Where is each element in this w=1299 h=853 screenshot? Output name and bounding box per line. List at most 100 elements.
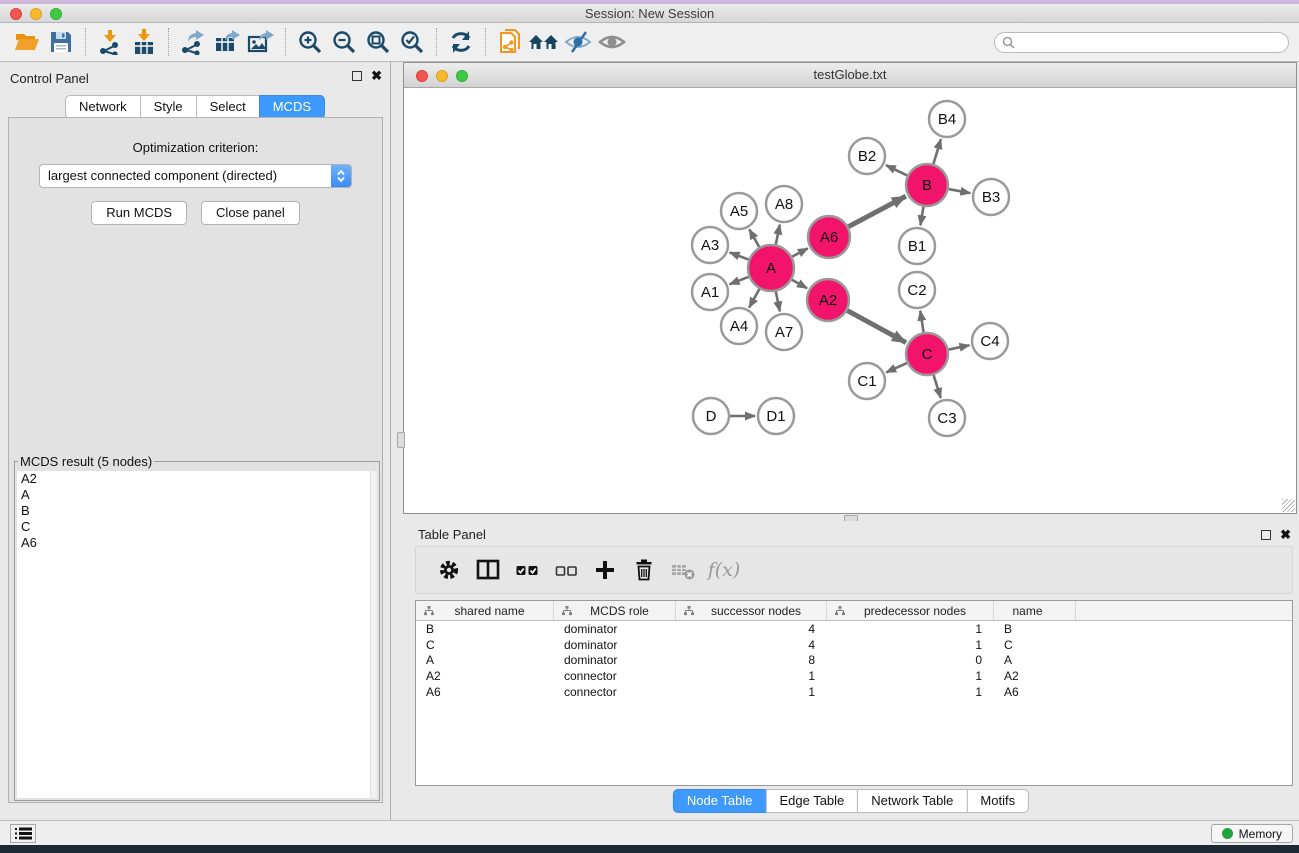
network-canvas[interactable]: B4B2BB3B1A5A8A6A3AA1A4A7A2C2CC4C1C3DD1 <box>404 88 1296 513</box>
tab-network-table[interactable]: Network Table <box>857 789 967 813</box>
minimize-window-button[interactable] <box>30 8 42 20</box>
edge-A6-B[interactable] <box>848 196 905 226</box>
function-builder-icon[interactable]: f(x) <box>707 553 737 587</box>
import-network-icon[interactable] <box>93 26 127 58</box>
new-network-from-file-icon[interactable] <box>493 26 527 58</box>
tab-node-table[interactable]: Node Table <box>673 789 767 813</box>
close-panel-button[interactable]: Close panel <box>201 201 300 225</box>
edge-A-A8[interactable] <box>776 225 780 245</box>
open-session-icon[interactable] <box>10 26 44 58</box>
close-panel-icon[interactable]: ✖ <box>371 71 382 81</box>
zoom-network-button[interactable] <box>456 70 468 82</box>
mcds-result-item[interactable]: A6 <box>17 535 377 551</box>
split-handle-vertical[interactable] <box>397 432 405 448</box>
close-table-panel-icon[interactable]: ✖ <box>1280 530 1291 540</box>
mcds-result-list[interactable]: A2ABCA6 <box>17 471 377 798</box>
create-column-icon[interactable] <box>590 553 620 587</box>
table-row[interactable]: Cdominator41C <box>416 637 1292 653</box>
tab-network[interactable]: Network <box>65 95 141 119</box>
deselect-all-icon[interactable] <box>551 553 581 587</box>
column-header[interactable]: shared name <box>416 601 554 620</box>
zoom-window-button[interactable] <box>50 8 62 20</box>
zoom-fit-icon[interactable] <box>361 26 395 58</box>
network-window-titlebar[interactable]: testGlobe.txt <box>404 63 1296 88</box>
optimization-criterion-value: largest connected component (directed) <box>48 168 277 183</box>
delete-table-icon[interactable] <box>668 553 698 587</box>
edge-B-B1[interactable] <box>920 207 923 226</box>
edge-A-A2[interactable] <box>792 280 807 289</box>
import-table-icon[interactable] <box>127 26 161 58</box>
run-mcds-button[interactable]: Run MCDS <box>91 201 187 225</box>
export-table-icon[interactable] <box>210 26 244 58</box>
home-icon[interactable] <box>527 26 561 58</box>
tab-mcds[interactable]: MCDS <box>259 95 325 119</box>
tab-motifs[interactable]: Motifs <box>966 789 1029 813</box>
search-input[interactable] <box>1019 36 1274 50</box>
float-table-panel-icon[interactable] <box>1261 530 1271 540</box>
float-panel-icon[interactable] <box>352 71 362 81</box>
zoom-out-icon[interactable] <box>327 26 361 58</box>
table-row[interactable]: A6connector11A6 <box>416 684 1292 700</box>
search-field[interactable] <box>994 32 1289 53</box>
table-row[interactable]: Adominator80A <box>416 652 1292 668</box>
edge-A-A6[interactable] <box>792 248 808 256</box>
zoom-in-icon[interactable] <box>293 26 327 58</box>
mcds-result-item[interactable]: A <box>17 487 377 503</box>
column-header[interactable]: MCDS role <box>554 601 676 620</box>
table-settings-gear-icon[interactable] <box>434 553 464 587</box>
edge-B-B4[interactable] <box>933 139 941 164</box>
delete-column-icon[interactable] <box>629 553 659 587</box>
edge-A-A4[interactable] <box>749 289 759 308</box>
column-header[interactable]: predecessor nodes <box>827 601 994 620</box>
edge-A-A1[interactable] <box>730 277 749 285</box>
show-columns-icon[interactable] <box>473 553 503 587</box>
close-window-button[interactable] <box>10 8 22 20</box>
column-header[interactable]: successor nodes <box>676 601 827 620</box>
tab-style[interactable]: Style <box>140 95 197 119</box>
table-row[interactable]: Bdominator41B <box>416 621 1292 637</box>
hide-selected-icon[interactable] <box>561 26 595 58</box>
mcds-result-title: MCDS result (5 nodes) <box>18 454 154 469</box>
edge-C-C1[interactable] <box>886 363 907 372</box>
task-history-button[interactable] <box>10 824 36 843</box>
window-resize-grip[interactable] <box>1282 499 1295 512</box>
node-label-A1: A1 <box>701 284 719 301</box>
mcds-result-item[interactable]: B <box>17 503 377 519</box>
column-header[interactable]: name <box>994 601 1076 620</box>
list-scrollbar[interactable] <box>370 471 377 798</box>
minimize-network-button[interactable] <box>436 70 448 82</box>
export-network-icon[interactable] <box>176 26 210 58</box>
node-table[interactable]: shared nameMCDS rolesuccessor nodesprede… <box>415 600 1293 786</box>
edge-A-A5[interactable] <box>749 229 759 247</box>
table-row[interactable]: A2connector11A2 <box>416 668 1292 684</box>
node-label-C2: C2 <box>907 282 926 299</box>
apply-layout-icon[interactable] <box>444 26 478 58</box>
mcds-result-item[interactable]: A2 <box>17 471 377 487</box>
tab-edge-table[interactable]: Edge Table <box>765 789 858 813</box>
mcds-result-item[interactable]: C <box>17 519 377 535</box>
edge-B-B3[interactable] <box>949 189 971 193</box>
edge-C-C4[interactable] <box>949 345 970 349</box>
zoom-selected-icon[interactable] <box>395 26 429 58</box>
edge-A2-C[interactable] <box>847 311 906 343</box>
close-network-button[interactable] <box>416 70 428 82</box>
node-label-A: A <box>766 260 776 277</box>
node-label-B3: B3 <box>982 189 1000 206</box>
edge-C-C2[interactable] <box>920 311 923 333</box>
table-cell: connector <box>554 685 676 699</box>
table-cell: A <box>994 653 1076 667</box>
node-label-B2: B2 <box>858 148 876 165</box>
edge-C-C3[interactable] <box>934 375 941 398</box>
export-image-icon[interactable] <box>244 26 278 58</box>
status-bar: Memory <box>0 820 1299 845</box>
show-all-icon[interactable] <box>595 26 629 58</box>
tab-select[interactable]: Select <box>196 95 260 119</box>
edge-B-B2[interactable] <box>886 165 907 175</box>
save-session-icon[interactable] <box>44 26 78 58</box>
optimization-criterion-select[interactable]: largest connected component (directed) <box>39 164 352 188</box>
edge-A-A3[interactable] <box>730 252 749 259</box>
select-all-icon[interactable] <box>512 553 542 587</box>
edge-A-A7[interactable] <box>776 292 780 312</box>
table-cell: B <box>416 622 554 636</box>
memory-button[interactable]: Memory <box>1211 824 1293 843</box>
